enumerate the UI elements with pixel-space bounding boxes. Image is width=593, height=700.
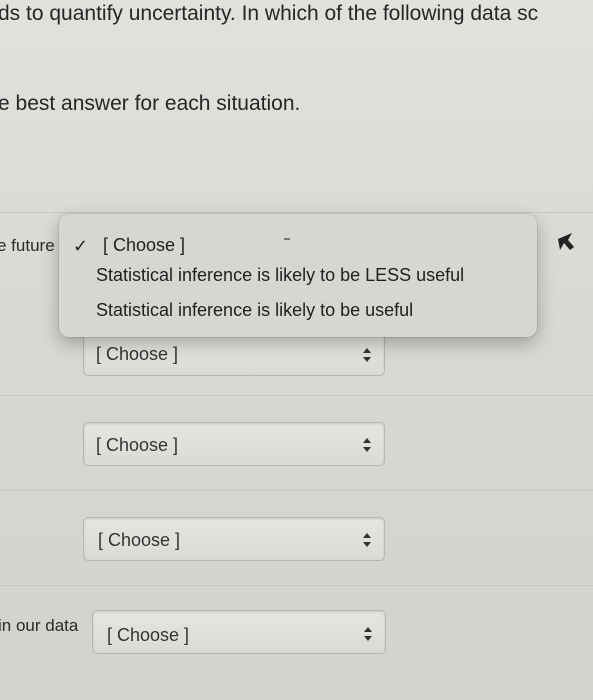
row-2-select-value: [ Choose ] <box>96 435 179 455</box>
divider <box>0 490 593 491</box>
up-down-arrows-icon <box>363 438 371 452</box>
divider <box>0 395 593 396</box>
divider <box>284 238 290 240</box>
divider <box>0 212 593 213</box>
question-text-line-1: ds to quantify uncertainty. In which of … <box>0 2 539 25</box>
dropdown-option-useful[interactable]: Statistical inference is likely to be us… <box>96 300 413 321</box>
up-down-arrows-icon <box>363 348 371 362</box>
row-1-select-value: [ Choose ] <box>96 344 179 364</box>
quiz-page: ds to quantify uncertainty. In which of … <box>0 0 593 700</box>
row-1-label: e future <box>0 236 55 255</box>
divider <box>0 585 593 586</box>
row-4-select-value: [ Choose ] <box>107 625 190 645</box>
up-down-arrows-icon <box>364 627 372 641</box>
row-4-select[interactable]: [ Choose ] <box>92 610 386 654</box>
question-text-line-2: e best answer for each situation. <box>0 92 301 115</box>
dropdown-option-less-useful[interactable]: Statistical inference is likely to be LE… <box>96 265 464 286</box>
up-down-arrows-icon <box>363 533 371 547</box>
mouse-pointer-icon <box>558 233 574 250</box>
checkmark-icon: ✓ <box>73 236 89 256</box>
row-2-select[interactable]: [ Choose ] <box>83 422 385 466</box>
row-3-select[interactable]: [ Choose ] <box>83 517 385 561</box>
dropdown-menu: ✓ [ Choose ] Statistical inference is li… <box>59 214 537 337</box>
row-4-label: in our data <box>0 616 79 635</box>
row-1-select[interactable]: [ Choose ] <box>83 332 385 376</box>
dropdown-option-choose[interactable]: [ Choose ] <box>103 235 185 256</box>
row-3-select-value: [ Choose ] <box>98 530 181 550</box>
